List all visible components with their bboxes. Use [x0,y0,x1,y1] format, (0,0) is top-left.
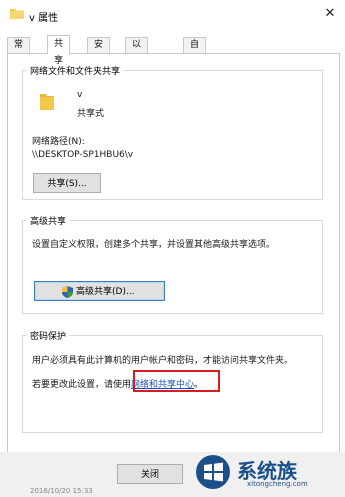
network-path-label: 网络路径(N): [32,137,85,147]
background-timestamp: 2016/10/20 15:33 [30,487,93,495]
network-sharing-title: 网络文件和文件夹共享 [30,67,121,77]
folder-icon [10,9,24,19]
shield-icon [62,286,73,298]
tab-sharing[interactable]: 共享 [47,35,71,66]
window-title: v 属性 [29,13,59,24]
folder-icon [40,94,54,110]
highlight-box [133,370,220,392]
network-path-value: \\DESKTOP-SP1HBU6\v [32,150,134,160]
close-icon[interactable]: ✕ [315,0,345,30]
tab-customize[interactable]: 自定义 [183,37,207,80]
tab-panel: 网络文件和文件夹共享 v 共享式 网络路径(N): \\DESKTOP-SP1H… [7,53,340,454]
change-setting-prefix: 若要更改此设置，请使用 [32,380,132,390]
title-bar: v 属性 ✕ [0,0,345,30]
advanced-sharing-title: 高级共享 [30,217,67,227]
watermark-url: xitongcheng.com [247,480,308,488]
share-button[interactable]: 共享(S)... [33,173,101,193]
advanced-sharing-description: 设置自定义权限，创建多个共享，并设置其他高级共享选项。 [32,240,276,250]
windows-logo-icon [196,455,230,489]
password-protection-title: 密码保护 [30,332,67,342]
advanced-sharing-button[interactable]: 高级共享(D)... [34,281,165,301]
tab-previous-versions[interactable]: 以前的版本 [125,37,149,110]
tab-general[interactable]: 常规 [7,37,31,65]
share-status: 共享式 [77,109,105,119]
watermark: 系统族 xitongcheng.com [191,453,341,493]
folder-name: v [77,90,83,100]
close-button[interactable]: 关闭 [117,464,183,484]
tab-security[interactable]: 安全 [87,37,111,65]
password-protection-description: 用户必须具有此计算机的用户帐户和密码，才能访问共享文件夹。 [32,356,294,366]
advanced-sharing-button-label: 高级共享(D)... [76,287,135,297]
